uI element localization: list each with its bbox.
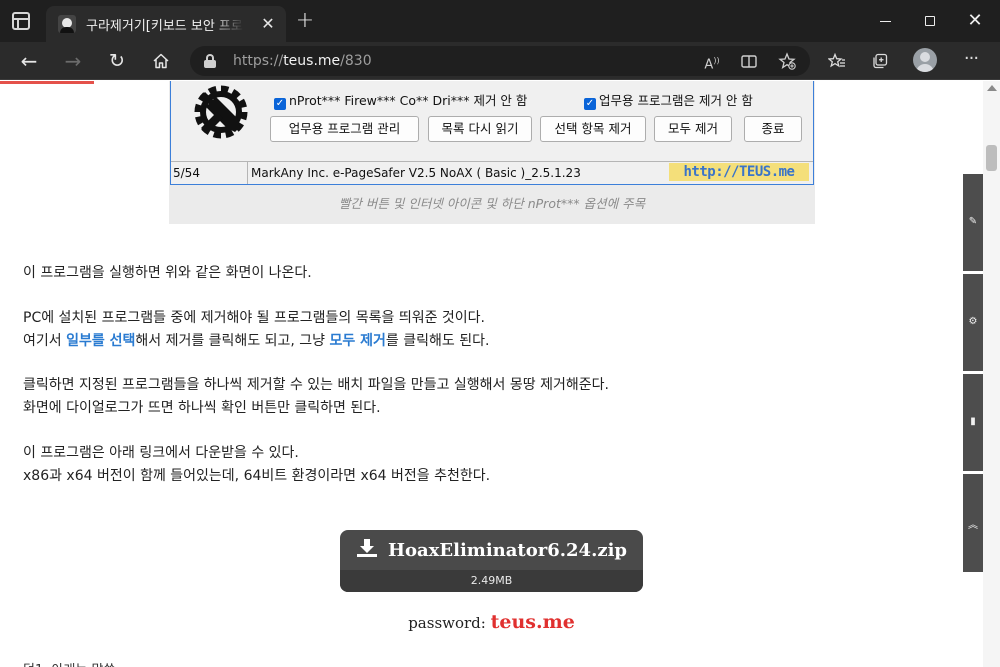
side-scroll-top-button[interactable]: ︽: [963, 474, 983, 572]
status-count: 5/54: [173, 166, 200, 180]
status-url-link[interactable]: http://TEUS.me: [669, 163, 809, 181]
add-favorite-icon[interactable]: [777, 51, 797, 71]
cut-off-next-paragraph: 덧1. 아래는 말씀...: [23, 659, 128, 667]
paragraph-2-text-b: 해서 제거를 클릭해도 되고, 그냥: [135, 332, 330, 349]
menu-icon[interactable]: ···: [960, 50, 982, 72]
download-size: 2.49MB: [340, 570, 643, 592]
reading-progress-bar: [0, 81, 94, 84]
paragraph-2-text-c: 를 클릭해도 된다.: [385, 332, 490, 349]
password-value: teus.me: [490, 611, 575, 633]
tab-close-icon[interactable]: ✕: [258, 14, 278, 34]
scroll-thumb[interactable]: [986, 145, 997, 171]
forward-icon[interactable]: →: [61, 49, 85, 73]
collections-icon[interactable]: [869, 49, 891, 71]
download-filename: HoaxEliminator6.24.zip: [388, 540, 627, 561]
minimize-icon[interactable]: [873, 10, 897, 32]
gear-icon: ⚙: [968, 316, 978, 327]
download-button[interactable]: HoaxEliminator6.24.zip 2.49MB: [340, 530, 643, 592]
paragraph-2: PC에 설치된 프로그램들 중에 제거해야 될 프로그램들의 목록을 띄워준 것…: [23, 307, 489, 352]
lock-icon[interactable]: [204, 54, 216, 68]
profile-icon[interactable]: [913, 48, 937, 72]
home-icon[interactable]: [149, 49, 173, 73]
tab-actions-icon[interactable]: [12, 12, 30, 30]
download-icon: [357, 539, 377, 557]
favicon-icon: [58, 15, 76, 33]
paragraph-3-line-2: 화면에 다이얼로그가 뜨면 하나씩 확인 버튼만 클릭하면 된다.: [23, 399, 381, 416]
paragraph-1: 이 프로그램을 실행하면 위와 같은 화면이 나온다.: [23, 265, 312, 281]
checkbox-nprot-label: nProt*** Firew*** Co** Dri*** 제거 안 함: [289, 93, 528, 108]
side-edit-button[interactable]: ✎: [963, 174, 983, 271]
status-divider: [247, 162, 248, 184]
immersive-reader-icon[interactable]: [739, 51, 759, 71]
browser-window: 구라제거기[키보드 보안 프로그램 삭제 ✕ + ✕ ← → ↻ https:/…: [0, 0, 1000, 667]
new-tab-icon[interactable]: +: [294, 10, 316, 33]
paragraph-3-line-1: 클릭하면 지정된 프로그램들을 하나씩 제거할 수 있는 배치 파일을 만들고 …: [23, 377, 609, 393]
paragraph-2-line-1: PC에 설치된 프로그램들 중에 제거해야 될 프로그램들의 목록을 띄워준 것…: [23, 310, 485, 326]
download-filename-row: HoaxEliminator6.24.zip: [340, 530, 643, 570]
exit-button[interactable]: 종료: [744, 116, 802, 142]
paragraph-4-line-1: 이 프로그램은 아래 링크에서 다운받을 수 있다.: [23, 445, 299, 461]
url-prefix: https://: [233, 53, 284, 69]
navigation-toolbar: ← → ↻ https://teus.me/830 A)) ···: [0, 42, 1000, 80]
tab-bar: 구라제거기[키보드 보안 프로그램 삭제 ✕ + ✕: [0, 0, 1000, 42]
url-path: /830: [340, 53, 372, 69]
page-scrollbar[interactable]: [983, 81, 1000, 667]
status-product: MarkAny Inc. e-PageSafer V2.5 NoAX ( Bas…: [251, 166, 581, 180]
reload-list-button[interactable]: 목록 다시 읽기: [428, 116, 532, 142]
pencil-icon: ✎: [968, 216, 978, 227]
paragraph-4: 이 프로그램은 아래 링크에서 다운받을 수 있다. x86과 x64 버전이 …: [23, 442, 490, 487]
gear-wrench-logo-icon: [194, 85, 248, 139]
side-bookmark-button[interactable]: ▮: [963, 374, 983, 471]
tab-title: 구라제거기[키보드 보안 프로그램 삭제: [86, 19, 244, 34]
checkbox-business-label: 업무용 프로그램은 제거 안 함: [599, 93, 753, 108]
checkbox-checked-icon[interactable]: ✓: [274, 98, 286, 110]
bookmark-icon: ▮: [970, 416, 976, 427]
app-status-bar: 5/54 MarkAny Inc. e-PageSafer V2.5 NoAX …: [171, 161, 813, 184]
refresh-icon[interactable]: ↻: [105, 49, 129, 73]
paragraph-4-line-2: x86과 x64 버전이 함께 들어있는데, 64비트 환경이라면 x64 버전…: [23, 467, 491, 484]
manage-business-programs-button[interactable]: 업무용 프로그램 관리: [270, 116, 419, 142]
double-chevron-up-icon: ︽: [968, 520, 978, 531]
checkbox-business[interactable]: ✓ 업무용 프로그램은 제거 안 함: [584, 90, 753, 110]
paragraph-3: 클릭하면 지정된 프로그램들을 하나씩 제거할 수 있는 배치 파일을 만들고 …: [23, 374, 609, 419]
maximize-icon[interactable]: [918, 10, 942, 32]
address-bar[interactable]: https://teus.me/830 A)): [190, 46, 810, 76]
page-viewport: ✓ nProt*** Firew*** Co** Dri*** 제거 안 함 ✓ 업…: [0, 81, 983, 667]
figure-caption: 빨간 버튼 및 인터넷 아이콘 및 하단 nProt*** 옵션에 주목: [338, 196, 646, 211]
favorites-icon[interactable]: [826, 49, 848, 71]
app-screenshot: ✓ nProt*** Firew*** Co** Dri*** 제거 안 함 ✓ 업…: [170, 81, 814, 185]
paragraph-2-text-a: 여기서: [23, 332, 67, 349]
cut-off-checkbox-row: [273, 81, 793, 84]
password-label: password:: [408, 614, 491, 632]
read-aloud-icon[interactable]: A)): [702, 51, 722, 72]
highlight-remove-all: 모두 제거: [329, 332, 386, 349]
back-icon[interactable]: ←: [17, 49, 41, 73]
scroll-up-arrow-icon[interactable]: [987, 85, 997, 91]
remove-selected-button[interactable]: 선택 항목 제거: [540, 116, 646, 142]
checkbox-nprot[interactable]: ✓ nProt*** Firew*** Co** Dri*** 제거 안 함: [274, 90, 527, 110]
highlight-select-some: 일부를 선택: [66, 332, 136, 349]
remove-all-button[interactable]: 모두 제거: [654, 116, 732, 142]
checkbox-checked-icon[interactable]: ✓: [584, 98, 596, 110]
url-host: teus.me: [283, 53, 341, 69]
close-window-icon[interactable]: ✕: [963, 10, 987, 32]
side-settings-button[interactable]: ⚙: [963, 274, 983, 371]
active-tab[interactable]: 구라제거기[키보드 보안 프로그램 삭제 ✕: [46, 6, 286, 42]
url-text[interactable]: https://teus.me/830: [233, 53, 372, 69]
password-line: password: teus.me: [0, 611, 983, 633]
